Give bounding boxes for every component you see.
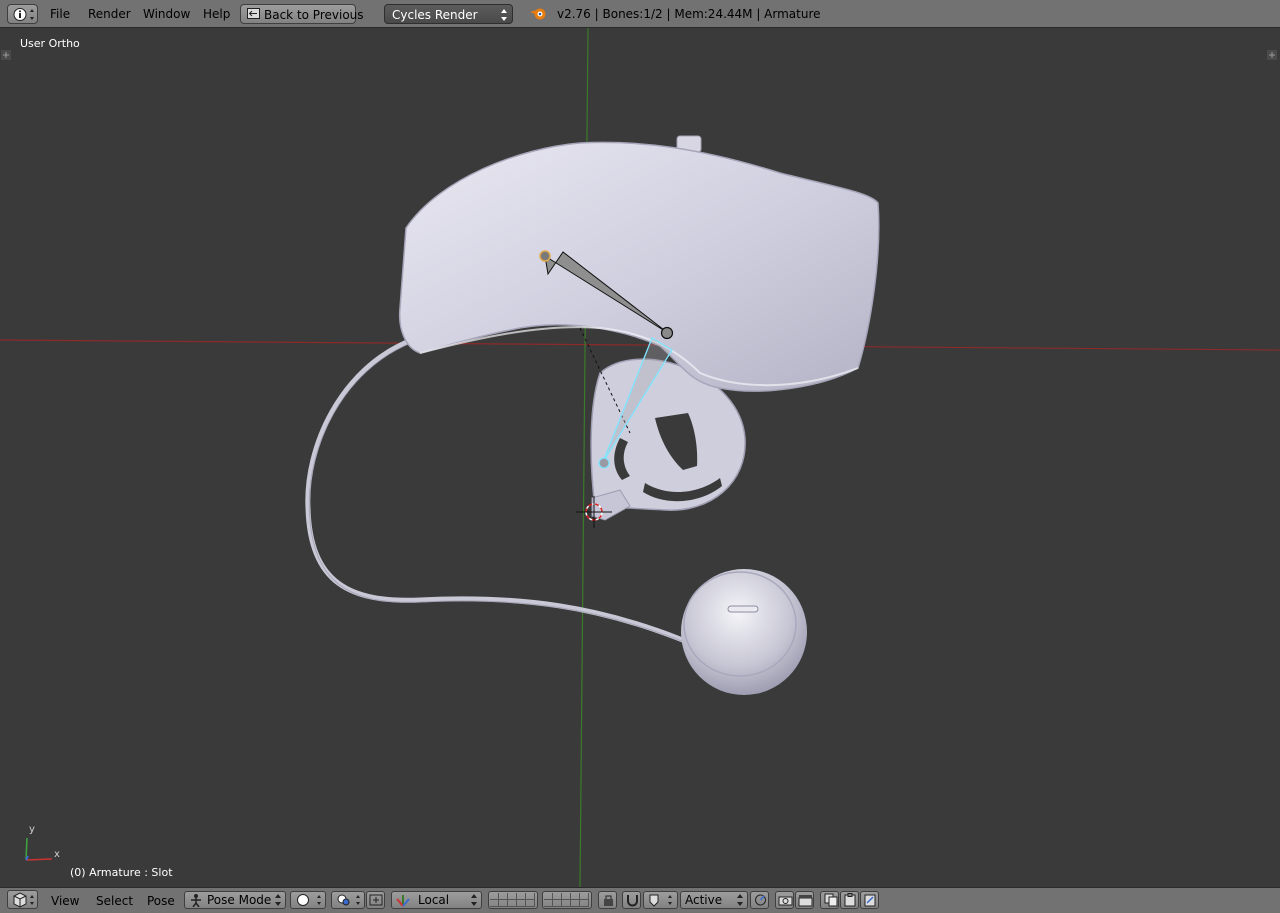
render-animation-button[interactable] xyxy=(795,891,814,909)
copy-icon xyxy=(824,893,838,907)
snap-toggle[interactable] xyxy=(622,891,641,909)
camera-icon xyxy=(778,896,793,906)
earpiece-mesh xyxy=(681,569,807,695)
copy-pose-button[interactable] xyxy=(820,891,839,909)
mode-value: Pose Mode xyxy=(207,893,272,907)
pivot-point-icon xyxy=(337,894,360,906)
housing-mesh xyxy=(398,135,880,392)
paste-pose-button[interactable] xyxy=(840,891,859,909)
editor-type-3d-button[interactable] xyxy=(7,890,38,909)
pivot-point-select[interactable] xyxy=(331,891,365,909)
active-object-label: (0) Armature : Slot xyxy=(70,866,173,879)
align-rotation-toggle[interactable] xyxy=(750,891,769,909)
magnet-icon xyxy=(627,895,638,907)
snap-target-select[interactable]: Active xyxy=(680,891,748,909)
region-expand-left-icon[interactable] xyxy=(1,50,11,60)
cube-view-icon xyxy=(13,892,34,908)
paste-flipped-icon xyxy=(864,894,876,907)
paste-icon xyxy=(844,893,856,907)
clapperboard-icon xyxy=(798,895,813,907)
info-icon xyxy=(13,8,34,21)
layer-buttons-group-1[interactable] xyxy=(488,891,538,909)
lock-icon xyxy=(604,895,613,906)
active-bone-joint[interactable] xyxy=(598,457,610,469)
axis-y-label: y xyxy=(29,824,35,835)
3d-viewport[interactable]: User Ortho y x (0) Armature : Slot xyxy=(0,28,1280,887)
pose-mode-icon xyxy=(191,894,201,907)
viewport-scene[interactable] xyxy=(0,28,1280,887)
menu-pose[interactable]: Pose xyxy=(147,894,175,908)
menu-file[interactable]: File xyxy=(50,7,70,21)
rotation-icon xyxy=(755,894,766,906)
render-engine-select[interactable]: Cycles Render xyxy=(384,4,513,24)
orientation-value: Local xyxy=(418,893,450,907)
viewport-shading-select[interactable] xyxy=(290,891,326,909)
transform-axes-icon xyxy=(396,895,410,907)
paste-flipped-pose-button[interactable] xyxy=(860,891,879,909)
x-axis-line xyxy=(0,339,1280,351)
manipulator-toggle[interactable] xyxy=(366,891,385,909)
snap-target-value: Active xyxy=(685,893,723,907)
manipulator-icon xyxy=(369,894,383,906)
transform-orientation-select[interactable]: Local xyxy=(391,891,482,909)
bone-tail-joint[interactable] xyxy=(660,326,674,340)
menu-select[interactable]: Select xyxy=(96,894,133,908)
bone-head-joint[interactable] xyxy=(539,250,551,262)
menu-view[interactable]: View xyxy=(51,894,79,908)
scene-stats: v2.76 | Bones:1/2 | Mem:24.44M | Armatur… xyxy=(557,7,821,21)
interaction-mode-select[interactable]: Pose Mode xyxy=(184,891,286,909)
info-header: File Render Window Help Back to Previous… xyxy=(0,0,1280,28)
snap-element-select[interactable] xyxy=(643,891,678,909)
lock-layers-toggle[interactable] xyxy=(598,891,617,909)
region-expand-right-icon[interactable] xyxy=(1267,50,1277,60)
dropdown-arrows-icon xyxy=(737,894,743,906)
dropdown-arrows-icon xyxy=(471,894,477,906)
axis-gizmo xyxy=(25,837,53,861)
axis-x-label: x xyxy=(54,849,60,860)
layer-buttons-group-2[interactable] xyxy=(542,891,592,909)
dropdown-arrows-icon xyxy=(501,9,507,21)
menu-window[interactable]: Window xyxy=(143,7,190,21)
solid-shading-icon xyxy=(297,894,321,906)
back-to-previous-label: Back to Previous xyxy=(264,8,364,22)
snap-element-icon xyxy=(649,894,672,907)
dropdown-arrows-icon xyxy=(275,894,281,906)
blender-logo-icon xyxy=(530,8,546,20)
back-arrow-icon xyxy=(247,8,260,19)
render-still-button[interactable] xyxy=(775,891,794,909)
view-name-label: User Ortho xyxy=(20,37,80,50)
render-engine-value: Cycles Render xyxy=(392,8,478,22)
menu-render[interactable]: Render xyxy=(88,7,131,21)
editor-type-button[interactable] xyxy=(7,4,38,24)
menu-help[interactable]: Help xyxy=(203,7,230,21)
back-to-previous-button[interactable]: Back to Previous xyxy=(240,4,364,24)
